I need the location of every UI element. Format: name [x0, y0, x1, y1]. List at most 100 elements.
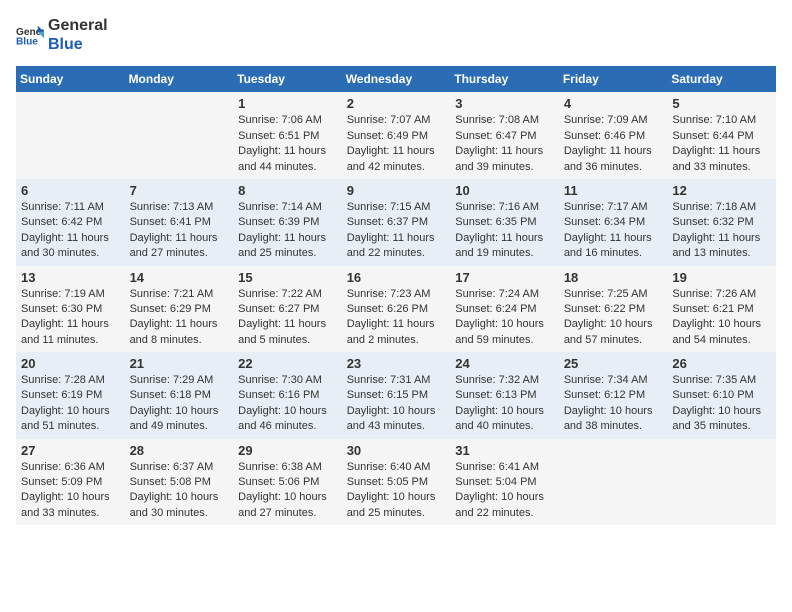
day-number: 2 [347, 96, 446, 111]
calendar-cell: 29 Sunrise: 6:38 AMSunset: 5:06 PMDayligh… [233, 439, 342, 526]
day-number: 20 [21, 356, 120, 371]
day-info: Sunrise: 7:28 AMSunset: 6:19 PMDaylight:… [21, 373, 120, 435]
weekday-header-friday: Friday [559, 66, 668, 92]
calendar-week-row: 6Sunrise: 7:11 AMSunset: 6:42 PMDaylight… [16, 179, 776, 266]
logo-general: General [48, 16, 108, 35]
calendar-cell: 17Sunrise: 7:24 AMSunset: 6:24 PMDayligh… [450, 266, 559, 353]
logo-blue: Blue [48, 35, 108, 54]
day-info: Sunrise: 7:17 AMSunset: 6:34 PMDaylight:… [564, 200, 663, 262]
calendar-week-row: 27 Sunrise: 6:36 AMSunset: 5:09 PMDayligh… [16, 439, 776, 526]
day-info: Sunrise: 7:31 AMSunset: 6:15 PMDaylight:… [347, 373, 446, 435]
calendar-cell: 13Sunrise: 7:19 AMSunset: 6:30 PMDayligh… [16, 266, 125, 353]
calendar-cell: 16 Sunrise: 7:23 AMSunset: 6:26 PMDayligh… [342, 266, 451, 353]
day-number: 16 [347, 270, 446, 285]
calendar-cell: 3 Sunrise: 7:08 AMSunset: 6:47 PMDaylight… [450, 92, 559, 179]
day-info: Sunrise: 6:38 AMSunset: 5:06 PMDaylight:… [238, 460, 337, 522]
day-info: Sunrise: 7:30 AMSunset: 6:16 PMDaylight:… [238, 373, 337, 435]
day-info: Sunrise: 7:13 AMSunset: 6:41 PMDaylight:… [130, 200, 229, 262]
day-number: 30 [347, 443, 446, 458]
calendar-cell [125, 92, 234, 179]
weekday-header-saturday: Saturday [667, 66, 776, 92]
day-number: 27 [21, 443, 120, 458]
day-number: 13 [21, 270, 120, 285]
svg-text:Blue: Blue [16, 37, 38, 47]
calendar-cell: 15 Sunrise: 7:22 AMSunset: 6:27 PMDayligh… [233, 266, 342, 353]
weekday-header-wednesday: Wednesday [342, 66, 451, 92]
day-number: 4 [564, 96, 663, 111]
calendar-cell: 8 Sunrise: 7:14 AMSunset: 6:39 PMDaylight… [233, 179, 342, 266]
day-info: Sunrise: 6:37 AMSunset: 5:08 PMDaylight:… [130, 460, 229, 522]
day-info: Sunrise: 7:34 AMSunset: 6:12 PMDaylight:… [564, 373, 663, 435]
day-number: 19 [672, 270, 771, 285]
calendar-week-row: 13Sunrise: 7:19 AMSunset: 6:30 PMDayligh… [16, 266, 776, 353]
day-number: 18 [564, 270, 663, 285]
day-info: Sunrise: 7:07 AMSunset: 6:49 PMDaylight:… [347, 113, 446, 175]
calendar-cell: 22 Sunrise: 7:30 AMSunset: 6:16 PMDayligh… [233, 352, 342, 439]
calendar-cell: 28 Sunrise: 6:37 AMSunset: 5:08 PMDayligh… [125, 439, 234, 526]
day-number: 8 [238, 183, 337, 198]
calendar-cell: 7 Sunrise: 7:13 AMSunset: 6:41 PMDaylight… [125, 179, 234, 266]
day-info: Sunrise: 6:40 AMSunset: 5:05 PMDaylight:… [347, 460, 446, 522]
day-number: 28 [130, 443, 229, 458]
day-info: Sunrise: 7:26 AMSunset: 6:21 PMDaylight:… [672, 287, 771, 349]
calendar-cell: 19 Sunrise: 7:26 AMSunset: 6:21 PMDayligh… [667, 266, 776, 353]
calendar-cell [16, 92, 125, 179]
calendar-cell: 6Sunrise: 7:11 AMSunset: 6:42 PMDaylight… [16, 179, 125, 266]
day-number: 21 [130, 356, 229, 371]
day-number: 7 [130, 183, 229, 198]
calendar-cell: 30 Sunrise: 6:40 AMSunset: 5:05 PMDayligh… [342, 439, 451, 526]
calendar-cell: 14Sunrise: 7:21 AMSunset: 6:29 PMDayligh… [125, 266, 234, 353]
calendar-week-row: 1Sunrise: 7:06 AMSunset: 6:51 PMDaylight… [16, 92, 776, 179]
day-info: Sunrise: 7:29 AMSunset: 6:18 PMDaylight:… [130, 373, 229, 435]
calendar-cell: 10 Sunrise: 7:16 AMSunset: 6:35 PMDayligh… [450, 179, 559, 266]
calendar-header-row: SundayMondayTuesdayWednesdayThursdayFrid… [16, 66, 776, 92]
logo: General Blue General Blue [16, 16, 108, 54]
day-number: 11 [564, 183, 663, 198]
calendar-cell: 25 Sunrise: 7:34 AMSunset: 6:12 PMDayligh… [559, 352, 668, 439]
weekday-header-monday: Monday [125, 66, 234, 92]
day-number: 10 [455, 183, 554, 198]
day-number: 29 [238, 443, 337, 458]
calendar-cell: 1Sunrise: 7:06 AMSunset: 6:51 PMDaylight… [233, 92, 342, 179]
day-info: Sunrise: 7:35 AMSunset: 6:10 PMDaylight:… [672, 373, 771, 435]
page-header: General Blue General Blue [16, 16, 776, 54]
calendar-cell: 12 Sunrise: 7:18 AMSunset: 6:32 PMDayligh… [667, 179, 776, 266]
calendar-cell [559, 439, 668, 526]
weekday-header-thursday: Thursday [450, 66, 559, 92]
logo-icon: General Blue [16, 24, 44, 46]
day-number: 3 [455, 96, 554, 111]
day-number: 22 [238, 356, 337, 371]
calendar-cell: 31 Sunrise: 6:41 AMSunset: 5:04 PMDayligh… [450, 439, 559, 526]
calendar-cell: 24Sunrise: 7:32 AMSunset: 6:13 PMDayligh… [450, 352, 559, 439]
day-info: Sunrise: 7:14 AMSunset: 6:39 PMDaylight:… [238, 200, 337, 262]
day-info: Sunrise: 7:08 AMSunset: 6:47 PMDaylight:… [455, 113, 554, 175]
calendar-cell: 18Sunrise: 7:25 AMSunset: 6:22 PMDayligh… [559, 266, 668, 353]
day-info: Sunrise: 7:22 AMSunset: 6:27 PMDaylight:… [238, 287, 337, 349]
day-info: Sunrise: 7:10 AMSunset: 6:44 PMDaylight:… [672, 113, 771, 175]
day-number: 23 [347, 356, 446, 371]
day-info: Sunrise: 6:36 AMSunset: 5:09 PMDaylight:… [21, 460, 120, 522]
day-info: Sunrise: 7:18 AMSunset: 6:32 PMDaylight:… [672, 200, 771, 262]
calendar-cell: 4Sunrise: 7:09 AMSunset: 6:46 PMDaylight… [559, 92, 668, 179]
day-number: 17 [455, 270, 554, 285]
day-info: Sunrise: 7:16 AMSunset: 6:35 PMDaylight:… [455, 200, 554, 262]
calendar-cell: 23 Sunrise: 7:31 AMSunset: 6:15 PMDayligh… [342, 352, 451, 439]
day-number: 15 [238, 270, 337, 285]
calendar-table: SundayMondayTuesdayWednesdayThursdayFrid… [16, 66, 776, 525]
calendar-cell: 11 Sunrise: 7:17 AMSunset: 6:34 PMDayligh… [559, 179, 668, 266]
day-info: Sunrise: 7:06 AMSunset: 6:51 PMDaylight:… [238, 113, 337, 175]
day-number: 25 [564, 356, 663, 371]
day-info: Sunrise: 6:41 AMSunset: 5:04 PMDaylight:… [455, 460, 554, 522]
day-number: 31 [455, 443, 554, 458]
day-number: 5 [672, 96, 771, 111]
day-number: 14 [130, 270, 229, 285]
day-number: 12 [672, 183, 771, 198]
calendar-cell: 2 Sunrise: 7:07 AMSunset: 6:49 PMDaylight… [342, 92, 451, 179]
day-number: 6 [21, 183, 120, 198]
calendar-cell: 27 Sunrise: 6:36 AMSunset: 5:09 PMDayligh… [16, 439, 125, 526]
day-number: 26 [672, 356, 771, 371]
weekday-header-sunday: Sunday [16, 66, 125, 92]
calendar-cell [667, 439, 776, 526]
calendar-cell: 26 Sunrise: 7:35 AMSunset: 6:10 PMDayligh… [667, 352, 776, 439]
day-info: Sunrise: 7:23 AMSunset: 6:26 PMDaylight:… [347, 287, 446, 349]
